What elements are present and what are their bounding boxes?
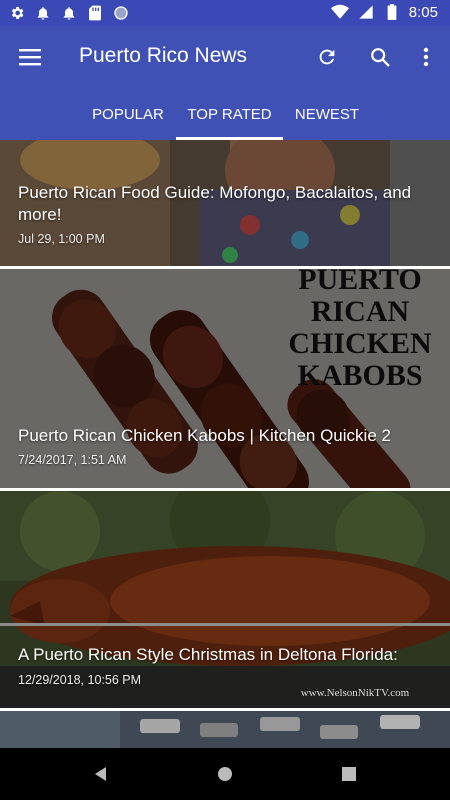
status-time: 8:05	[408, 3, 438, 21]
wifi-icon	[330, 3, 349, 21]
article-card[interactable]: www.NelsonNikTV.com A Puerto Rican Style…	[0, 491, 450, 708]
cell-signal-icon	[357, 3, 375, 21]
app-toolbar: Puerto Rico News	[0, 26, 450, 88]
image-watermark: www.NelsonNikTV.com	[301, 687, 410, 699]
article-title: A Puerto Rican Style Christmas in Delton…	[18, 645, 398, 664]
article-card[interactable]	[0, 711, 450, 748]
tab-newest[interactable]: NEWEST	[283, 88, 371, 140]
notification-bell-icon	[60, 4, 78, 22]
status-system: 8:05	[330, 3, 438, 21]
tab-bar: POPULAR TOP RATED NEWEST	[0, 88, 450, 140]
notification-bell-icon	[34, 4, 52, 22]
search-icon	[371, 48, 390, 67]
status-notifications	[8, 4, 130, 22]
home-icon	[218, 767, 232, 781]
more-options-button[interactable]	[412, 43, 440, 71]
article-title: Puerto Rican Chicken Kabobs | Kitchen Qu…	[18, 426, 391, 445]
circle-icon	[112, 4, 130, 22]
article-thumbnail	[0, 711, 450, 748]
app-title: Puerto Rico News	[79, 44, 248, 67]
article-card[interactable]: PUERTO RICAN CHICKEN KABOBS Puerto Rican…	[0, 269, 450, 488]
back-icon	[95, 767, 106, 781]
hamburger-menu-icon	[19, 49, 41, 66]
search-button[interactable]	[366, 43, 394, 71]
article-title: Puerto Rican Food Guide: Mofongo, Bacala…	[18, 183, 412, 224]
hamburger-menu-button[interactable]	[14, 43, 46, 71]
system-nav-bar	[0, 748, 450, 800]
article-date: 7/24/2017, 1:51 AM	[18, 453, 127, 467]
status-bar: 8:05	[0, 0, 450, 26]
article-list[interactable]: Puerto Rican Food Guide: Mofongo, Bacala…	[0, 140, 450, 748]
tab-popular[interactable]: POPULAR	[78, 88, 178, 140]
sd-card-icon	[86, 4, 104, 22]
article-date: 12/29/2018, 10:56 PM	[18, 673, 142, 687]
recents-icon	[342, 767, 356, 781]
battery-icon	[383, 3, 401, 21]
article-date: Jul 29, 1:00 PM	[18, 232, 105, 246]
more-vert-icon	[423, 47, 429, 67]
gear-icon	[8, 4, 26, 22]
back-button[interactable]	[88, 762, 112, 786]
home-button[interactable]	[213, 762, 237, 786]
article-card[interactable]: Puerto Rican Food Guide: Mofongo, Bacala…	[0, 140, 450, 266]
refresh-icon	[319, 49, 335, 65]
refresh-button[interactable]	[313, 43, 341, 71]
recents-button[interactable]	[337, 762, 361, 786]
tab-top-rated[interactable]: TOP RATED	[176, 88, 283, 140]
